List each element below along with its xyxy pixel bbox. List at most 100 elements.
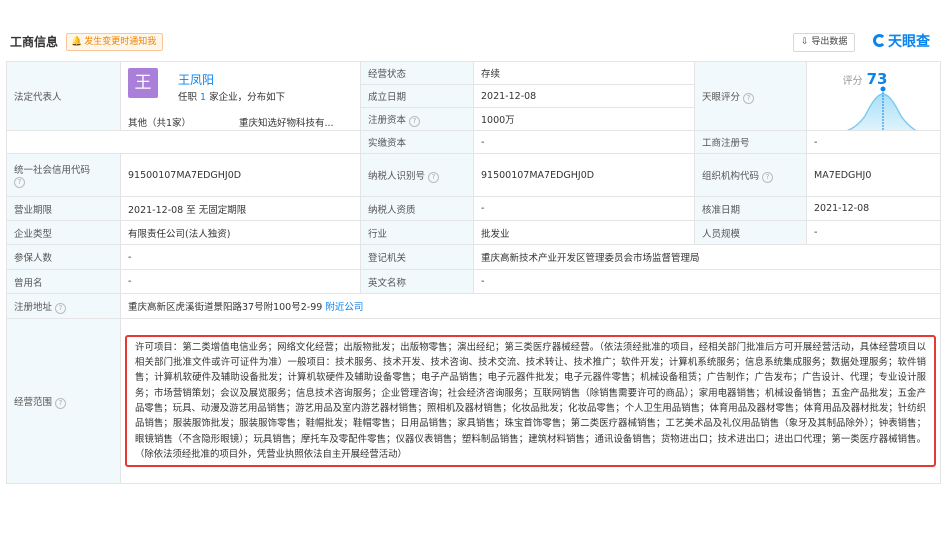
paid-capital-value: - [473, 130, 695, 154]
former-name-label: 曾用名 [6, 269, 121, 294]
reg-no-label: 工商注册号 [694, 130, 807, 154]
export-label: 导出数据 [811, 37, 848, 47]
approval-date-value: 2021-12-08 [806, 196, 941, 221]
notify-label: 发生变更时通知我 [84, 37, 157, 47]
former-name-label-text: 曾用名 [14, 277, 43, 289]
insured-label: 参保人数 [6, 244, 121, 270]
reg-authority-value: 重庆高新技术产业开发区管理委员会市场监督管理局 [473, 244, 941, 270]
company-type-label: 企业类型 [6, 220, 121, 245]
legal-rep-company-link[interactable]: 重庆知选好物科技有... [239, 115, 334, 129]
help-icon[interactable]: ? [409, 115, 421, 127]
company-type-value: 有限责任公司(法人独资) [120, 220, 361, 245]
score-curve-area [849, 94, 915, 130]
legal-rep-label-cell: 法定代表人 [6, 61, 121, 131]
score-label-text: 天眼评分 [702, 91, 741, 103]
business-info-table: 法定代表人 王 王凤阳 任职 1 家企业，分布如下 其他（共1家） 重庆知选好物… [6, 61, 941, 484]
taxpayer-id-value: 91500107MA7EDGHJ0D [473, 153, 695, 197]
address-cell: 重庆高新区虎溪街道景阳路37号附100号2-99 附近公司 [120, 293, 941, 319]
english-name-value: - [473, 269, 941, 294]
section-title: 工商信息 [10, 35, 59, 49]
taxpayer-id-label-text: 纳税人识别号 [368, 170, 426, 182]
summary-suffix: 家企业，分布如下 [209, 92, 286, 103]
org-code-value: MA7EDGHJ0 [806, 153, 941, 197]
reg-no-value: - [806, 130, 941, 154]
insured-label-text: 参保人数 [14, 253, 53, 264]
staff-size-label: 人员规模 [694, 220, 807, 245]
legal-rep-summary: 任职 1 家企业，分布如下 [178, 89, 285, 103]
reg-authority-label-text: 登记机关 [368, 253, 407, 264]
help-icon[interactable]: ? [55, 397, 67, 409]
notify-change-button[interactable]: 🔔 发生变更时通知我 [66, 33, 164, 51]
scope-label-text: 经营范围 [14, 396, 53, 408]
org-code-label-text: 组织机构代码 [702, 170, 760, 182]
summary-prefix: 任职 [178, 92, 198, 103]
company-info-page: 工商信息 🔔 发生变更时通知我 ⇩ 导出数据 天眼查 法定代表人 王 王凤阳 任职… [0, 0, 945, 542]
industry-value: 批发业 [473, 220, 695, 245]
former-name-value: - [120, 269, 361, 294]
established-label: 成立日期 [360, 84, 474, 108]
help-icon[interactable]: ? [428, 171, 440, 183]
summary-count[interactable]: 1 [200, 92, 206, 103]
legal-rep-name-link[interactable]: 王凤阳 [178, 71, 214, 88]
score-label-cell: 天眼评分? [694, 61, 807, 131]
address-value: 重庆高新区虎溪街道景阳路37号附100号2-99 [128, 302, 323, 313]
staff-size-value: - [806, 220, 941, 245]
established-value: 2021-12-08 [473, 84, 695, 108]
scope-cell: 许可项目：第二类增值电信业务；网络文化经营；出版物批发；出版物零售；演出经纪；第… [120, 318, 941, 484]
taxpayer-id-label: 纳税人识别号? [360, 153, 474, 197]
credit-code-label-text: 统一社会信用代码 [14, 165, 91, 176]
approval-date-label-text: 核准日期 [702, 204, 741, 216]
help-icon[interactable]: ? [743, 92, 755, 104]
scope-label: 经营范围? [6, 318, 121, 484]
score-marker-dot [880, 86, 886, 92]
legal-rep-label: 法定代表人 [14, 92, 62, 103]
section-header: 工商信息 🔔 发生变更时通知我 ⇩ 导出数据 天眼查 [0, 0, 945, 58]
reg-authority-label: 登记机关 [360, 244, 474, 270]
industry-label-text: 行业 [368, 228, 388, 240]
established-label-text: 成立日期 [368, 92, 407, 103]
blank-cell [6, 130, 361, 154]
term-value: 2021-12-08 至 无固定期限 [120, 196, 361, 221]
capital-label: 注册资本? [360, 107, 474, 131]
taxpayer-qual-label: 纳税人资质 [360, 196, 474, 221]
avatar[interactable]: 王 [128, 68, 158, 98]
export-icon: ⇩ [801, 37, 809, 47]
term-label: 营业期限 [6, 196, 121, 221]
legal-rep-cell: 王 王凤阳 任职 1 家企业，分布如下 其他（共1家） 重庆知选好物科技有... [120, 61, 361, 131]
industry-label: 行业 [360, 220, 474, 245]
brand-name: 天眼查 [888, 34, 930, 50]
capital-value: 1000万 [473, 107, 695, 131]
paid-capital-label-text: 实缴资本 [368, 138, 407, 149]
address-label-text: 注册地址 [14, 301, 53, 313]
term-label-text: 营业期限 [14, 204, 53, 216]
staff-size-label-text: 人员规模 [702, 228, 741, 240]
business-scope-text: 许可项目：第二类增值电信业务；网络文化经营；出版物批发；出版物零售；演出经纪；第… [125, 334, 936, 468]
help-icon[interactable]: ? [762, 171, 774, 183]
legal-rep-other: 其他（共1家） [128, 118, 192, 129]
address-label: 注册地址? [6, 293, 121, 319]
help-icon[interactable]: ? [14, 177, 25, 188]
company-type-label-text: 企业类型 [14, 228, 53, 240]
english-name-label-text: 英文名称 [368, 277, 407, 289]
bell-icon: 🔔 [71, 37, 83, 47]
taxpayer-qual-value: - [473, 196, 695, 221]
taxpayer-qual-label-text: 纳税人资质 [368, 204, 416, 216]
credit-code-label: 统一社会信用代码? [6, 153, 121, 197]
insured-value: - [120, 244, 361, 270]
approval-date-label: 核准日期 [694, 196, 807, 221]
status-value: 存续 [473, 61, 695, 85]
credit-code-value: 91500107MA7EDGHJ0D [120, 153, 361, 197]
help-icon[interactable]: ? [55, 302, 67, 314]
nearby-companies-link[interactable]: 附近公司 [325, 302, 363, 313]
english-name-label: 英文名称 [360, 269, 474, 294]
status-label: 经营状态 [360, 61, 474, 85]
score-distribution-chart: 0 5 11 15 50 65 87 88 100 [847, 86, 916, 130]
paid-capital-label: 实缴资本 [360, 130, 474, 154]
score-cell[interactable]: 评分 73 0 5 11 15 50 65 87 88 100 [806, 61, 941, 131]
export-data-button[interactable]: ⇩ 导出数据 [793, 33, 856, 52]
brand-mark-icon [873, 34, 886, 47]
reg-no-label-text: 工商注册号 [702, 138, 750, 149]
org-code-label: 组织机构代码? [694, 153, 807, 197]
status-label-text: 经营状态 [368, 69, 407, 80]
brand-logo[interactable]: 天眼查 [873, 31, 930, 51]
